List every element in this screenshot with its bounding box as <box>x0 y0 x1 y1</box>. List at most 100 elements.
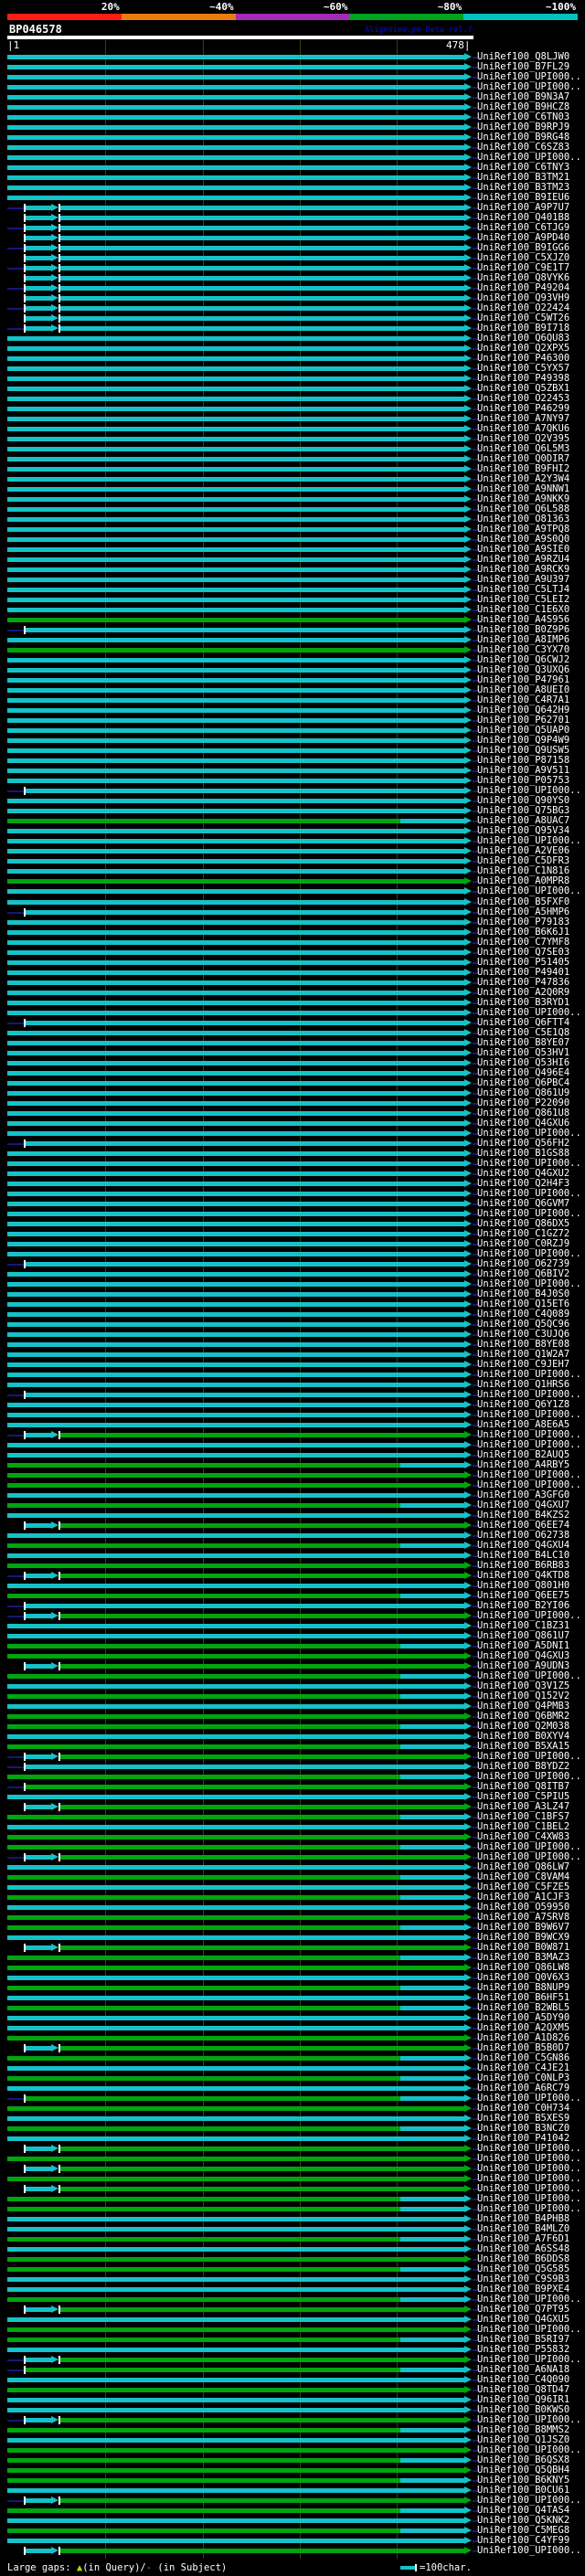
alignment-row[interactable]: UniRef100_Q53HV1 <box>0 1047 585 1058</box>
alignment-bar-segment[interactable] <box>7 1181 464 1186</box>
alignment-bar-segment[interactable] <box>400 2006 464 2011</box>
alignment-bar-segment[interactable] <box>26 2368 400 2373</box>
alignment-bar-segment[interactable] <box>60 206 464 211</box>
alignment-bar-segment[interactable] <box>7 1775 400 1780</box>
hit-label[interactable]: UniRef100_C7YMF8 <box>477 937 569 948</box>
alignment-bar-segment[interactable] <box>7 1301 464 1307</box>
alignment-bar-segment[interactable] <box>7 1231 464 1236</box>
alignment-bar-segment[interactable] <box>400 1744 464 1749</box>
alignment-bar-segment[interactable] <box>400 2056 464 2062</box>
alignment-bar-segment[interactable] <box>60 236 464 241</box>
alignment-bar-segment[interactable] <box>7 2528 400 2534</box>
alignment-bar-segment[interactable] <box>7 899 464 905</box>
alignment-bar-segment[interactable] <box>7 939 464 945</box>
alignment-bar-segment[interactable] <box>60 2307 464 2313</box>
alignment-bar-segment[interactable] <box>7 376 464 382</box>
alignment-bar-segment[interactable] <box>7 708 464 714</box>
hit-label[interactable]: UniRef100_Q496E4 <box>477 1067 569 1078</box>
alignment-row[interactable]: UniRef100_P47836 <box>0 977 585 988</box>
alignment-bar-segment[interactable] <box>60 246 464 251</box>
alignment-bar-segment[interactable] <box>7 2388 464 2393</box>
alignment-bar-segment[interactable] <box>7 2518 464 2524</box>
alignment-bar-segment[interactable] <box>7 2267 400 2273</box>
hit-label[interactable]: UniRef100_UPI000.. <box>477 1007 581 1018</box>
alignment-bar-segment[interactable] <box>26 246 51 251</box>
alignment-bar-segment[interactable] <box>400 2126 464 2132</box>
alignment-bar-segment[interactable] <box>400 1542 464 1548</box>
alignment-bar-segment[interactable] <box>7 2076 400 2082</box>
alignment-bar-segment[interactable] <box>400 2458 464 2464</box>
alignment-bar-segment[interactable] <box>7 2438 464 2443</box>
alignment-bar-segment[interactable] <box>60 1805 464 1810</box>
alignment-bar-segment[interactable] <box>7 2066 464 2072</box>
alignment-row[interactable]: UniRef100_B8YE07 <box>0 1037 585 1048</box>
alignment-bar-segment[interactable] <box>7 929 464 935</box>
alignment-bar-segment[interactable] <box>26 1805 51 1810</box>
alignment-bar-segment[interactable] <box>400 1673 464 1679</box>
hit-label[interactable]: UniRef100_Q4GXU6 <box>477 1118 569 1129</box>
alignment-bar-segment[interactable] <box>7 2106 464 2112</box>
alignment-row[interactable]: UniRef100_Q4GXU2 <box>0 1168 585 1179</box>
alignment-bar-segment[interactable] <box>7 346 464 352</box>
alignment-bar-segment[interactable] <box>7 1815 400 1820</box>
alignment-row[interactable]: UniRef100_UPI000.. <box>0 1128 585 1139</box>
alignment-bar-segment[interactable] <box>7 1150 464 1156</box>
alignment-bar-segment[interactable] <box>60 1432 464 1437</box>
alignment-bar-segment[interactable] <box>400 2428 464 2433</box>
alignment-bar-segment[interactable] <box>7 2428 400 2433</box>
alignment-bar-segment[interactable] <box>26 1945 51 1951</box>
alignment-bar-segment[interactable] <box>7 1673 400 1679</box>
alignment-bar-segment[interactable] <box>7 829 464 834</box>
alignment-bar-segment[interactable] <box>7 1271 464 1277</box>
alignment-bar-segment[interactable] <box>7 1191 464 1196</box>
alignment-bar-segment[interactable] <box>7 1120 464 1126</box>
alignment-bar-segment[interactable] <box>7 1482 464 1488</box>
alignment-bar-segment[interactable] <box>7 567 464 573</box>
alignment-bar-segment[interactable] <box>7 2036 464 2041</box>
alignment-bar-segment[interactable] <box>7 1352 464 1357</box>
alignment-bar-segment[interactable] <box>400 1502 464 1508</box>
alignment-bar-segment[interactable] <box>400 2478 464 2484</box>
alignment-bar-segment[interactable] <box>7 1452 464 1458</box>
alignment-bar-segment[interactable] <box>7 2458 400 2464</box>
alignment-bar-segment[interactable] <box>7 1321 464 1327</box>
alignment-bar-segment[interactable] <box>26 1140 464 1146</box>
alignment-bar-segment[interactable] <box>26 2046 51 2051</box>
alignment-bar-segment[interactable] <box>60 216 464 221</box>
hit-label[interactable]: UniRef100_Q53HI6 <box>477 1057 569 1068</box>
alignment-bar-segment[interactable] <box>60 1945 464 1951</box>
alignment-bar-segment[interactable] <box>7 356 464 362</box>
alignment-bar-segment[interactable] <box>60 2046 464 2051</box>
alignment-row[interactable]: UniRef100_P79183 <box>0 917 585 928</box>
alignment-bar-segment[interactable] <box>7 196 464 201</box>
hit-label[interactable]: UniRef100_P47836 <box>477 977 569 988</box>
alignment-bar-segment[interactable] <box>7 648 464 653</box>
alignment-bar-segment[interactable] <box>7 658 464 663</box>
alignment-bar-segment[interactable] <box>7 668 464 673</box>
alignment-bar-segment[interactable] <box>7 1060 464 1065</box>
hit-label[interactable]: UniRef100_Q53HV1 <box>477 1047 569 1058</box>
alignment-row[interactable]: UniRef100_B6K6J1 <box>0 927 585 938</box>
alignment-bar-segment[interactable] <box>26 216 51 221</box>
alignment-bar-segment[interactable] <box>26 1432 51 1437</box>
alignment-bar-segment[interactable] <box>7 2468 464 2474</box>
alignment-bar-segment[interactable] <box>7 2508 400 2514</box>
alignment-bar-segment[interactable] <box>7 487 464 493</box>
alignment-bar-segment[interactable] <box>26 1392 464 1397</box>
alignment-bar-segment[interactable] <box>7 2317 464 2323</box>
alignment-bar-segment[interactable] <box>7 2448 464 2454</box>
alignment-bar-segment[interactable] <box>7 2227 464 2232</box>
alignment-bar-segment[interactable] <box>7 1905 464 1911</box>
alignment-bar-segment[interactable] <box>7 1050 464 1055</box>
alignment-bar-segment[interactable] <box>7 1713 464 1719</box>
alignment-bar-segment[interactable] <box>400 1986 464 1991</box>
alignment-bar-segment[interactable] <box>7 1412 464 1417</box>
alignment-bar-segment[interactable] <box>400 1925 464 1931</box>
alignment-bar-segment[interactable] <box>60 256 464 261</box>
alignment-bar-segment[interactable] <box>26 1603 464 1608</box>
alignment-bar-segment[interactable] <box>7 527 464 533</box>
alignment-bar-segment[interactable] <box>7 1845 400 1850</box>
alignment-bar-segment[interactable] <box>7 2157 464 2162</box>
alignment-bar-segment[interactable] <box>26 266 51 271</box>
alignment-bar-segment[interactable] <box>7 2026 464 2031</box>
